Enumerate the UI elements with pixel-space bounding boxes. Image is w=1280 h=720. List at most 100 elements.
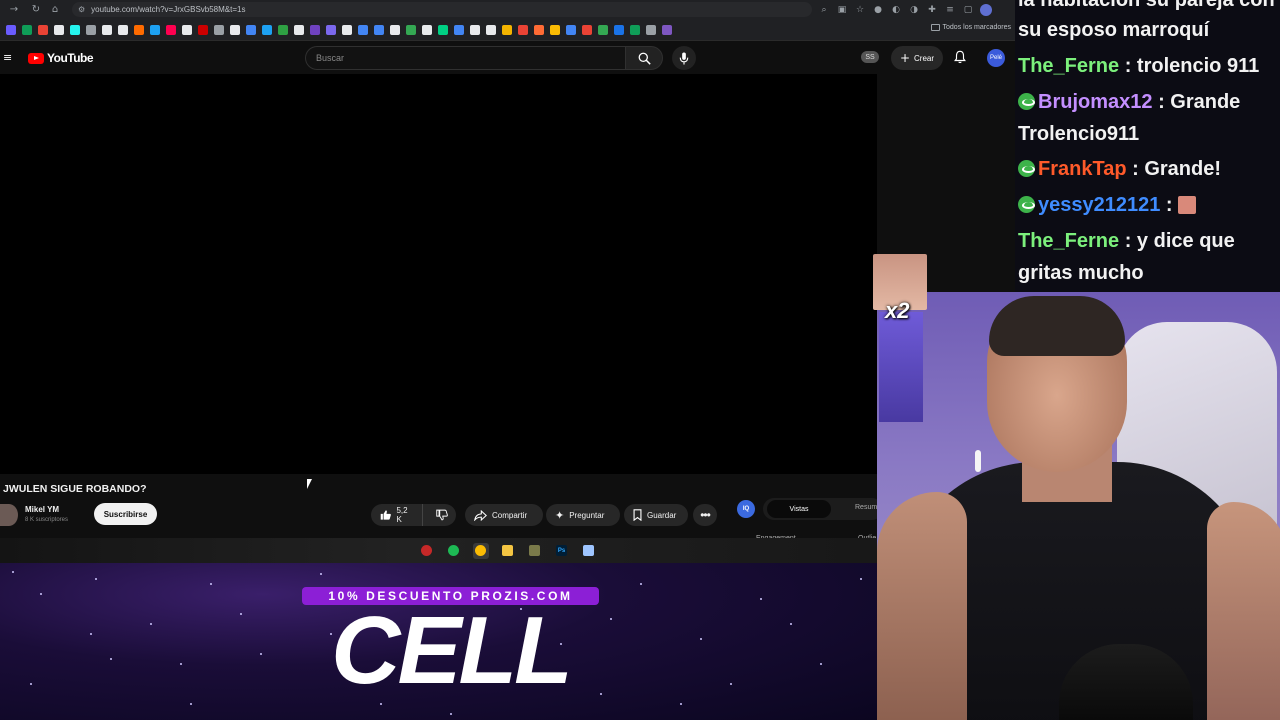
bookmark-favicon-icon[interactable] xyxy=(518,24,528,35)
channel-name[interactable]: Mikel YM xyxy=(25,505,59,514)
bookmark-favicon-icon[interactable] xyxy=(182,24,192,35)
bookmark-favicon-icon[interactable] xyxy=(598,24,608,35)
bookmark-favicon-icon[interactable] xyxy=(374,24,384,35)
bookmark-favicon-icon[interactable] xyxy=(6,24,16,35)
bookmark-favicon-icon[interactable] xyxy=(262,24,272,35)
paint-icon[interactable] xyxy=(581,543,597,559)
bookmark-favicon-icon[interactable] xyxy=(246,24,256,35)
ask-button[interactable]: ✦ Preguntar xyxy=(546,504,620,526)
mouse-cursor-icon xyxy=(307,479,312,489)
share-button[interactable]: Compartir xyxy=(465,504,543,526)
bookmark-favicon-icon[interactable] xyxy=(582,24,592,35)
url-field[interactable]: ⚙ youtube.com/watch?v=JrxGBSvb58M&t=1s xyxy=(72,2,812,17)
bookmark-favicon-icon[interactable] xyxy=(406,24,416,35)
extensions-puzzle-icon[interactable]: ✚ xyxy=(926,4,938,16)
bookmark-star-icon[interactable]: ☆ xyxy=(854,4,866,16)
star xyxy=(640,583,642,585)
bookmark-favicon-icon[interactable] xyxy=(422,24,432,35)
bookmark-favicon-icon[interactable] xyxy=(566,24,576,35)
extension-icon[interactable]: ◑ xyxy=(908,4,920,16)
bookmark-favicon-icon[interactable] xyxy=(102,24,112,35)
sparkle-icon: ✦ xyxy=(555,508,565,522)
media-icon[interactable]: ≡ xyxy=(944,4,956,16)
star xyxy=(450,713,452,715)
photoshop-icon[interactable]: Ps xyxy=(554,543,570,559)
extension-icon[interactable]: ● xyxy=(872,4,884,16)
bookmark-favicon-icon[interactable] xyxy=(358,24,368,35)
bookmark-favicon-icon[interactable] xyxy=(230,24,240,35)
home-icon[interactable]: ⌂ xyxy=(45,0,65,19)
tab-resumen[interactable]: Resum xyxy=(855,504,877,511)
bookmark-favicon-icon[interactable] xyxy=(22,24,32,35)
save-button[interactable]: Guardar xyxy=(624,504,688,526)
bookmark-favicon-icon[interactable] xyxy=(342,24,352,35)
reload-icon[interactable]: ↻ xyxy=(26,0,46,19)
youtube-play-icon xyxy=(28,52,44,64)
app-icon[interactable] xyxy=(527,543,543,559)
alert-multiplier: x2 xyxy=(885,298,910,323)
bookmark-favicon-icon[interactable] xyxy=(70,24,80,35)
bookmark-favicon-icon[interactable] xyxy=(662,24,672,35)
subscribe-button[interactable]: Suscribirse xyxy=(94,503,157,525)
search-button[interactable] xyxy=(625,46,663,70)
bookmark-favicon-icon[interactable] xyxy=(390,24,400,35)
downloads-icon[interactable]: ▢ xyxy=(962,4,974,16)
photoshop-glyph: Ps xyxy=(556,545,567,556)
bookmark-favicon-icon[interactable] xyxy=(294,24,304,35)
tab-vistas[interactable]: Vistas xyxy=(767,500,831,518)
bookmark-favicon-icon[interactable] xyxy=(550,24,560,35)
bookmark-favicon-icon[interactable] xyxy=(502,24,512,35)
bookmark-favicon-icon[interactable] xyxy=(134,24,144,35)
create-button[interactable]: + Crear xyxy=(891,46,943,70)
chat-message: Brujomax12 : Grande xyxy=(1018,86,1240,118)
site-info-icon[interactable]: ⚙ xyxy=(78,5,85,14)
cast-icon[interactable]: ▣ xyxy=(836,4,848,16)
more-actions-button[interactable]: ••• xyxy=(693,504,717,526)
bookmark-favicon-icon[interactable] xyxy=(486,24,496,35)
ss-badge[interactable]: SS xyxy=(861,51,879,63)
hamburger-menu-icon[interactable]: ≡ xyxy=(3,52,13,64)
bookmark-favicon-icon[interactable] xyxy=(534,24,544,35)
bookmark-favicon-icon[interactable] xyxy=(86,24,96,35)
bookmark-favicon-icon[interactable] xyxy=(630,24,640,35)
extension-tabs: Vistas Resum xyxy=(763,498,883,520)
zoom-icon[interactable]: ⌕ xyxy=(818,4,830,16)
bookmark-favicon-icon[interactable] xyxy=(214,24,224,35)
notifications-bell-icon[interactable] xyxy=(953,50,967,64)
all-bookmarks-button[interactable]: Todos los marcadores xyxy=(930,24,1011,31)
folder-icon[interactable] xyxy=(500,543,516,559)
bookmark-favicon-icon[interactable] xyxy=(54,24,64,35)
voice-search-button[interactable] xyxy=(672,46,696,70)
forward-icon[interactable]: → xyxy=(4,0,24,19)
bookmark-favicon-icon[interactable] xyxy=(118,24,128,35)
chat-message: gritas mucho xyxy=(1018,257,1144,289)
spotify-icon[interactable] xyxy=(446,543,462,559)
star xyxy=(820,663,822,665)
bookmark-favicon-icon[interactable] xyxy=(38,24,48,35)
bookmark-favicon-icon[interactable] xyxy=(470,24,480,35)
bookmark-favicon-icon[interactable] xyxy=(150,24,160,35)
bookmark-favicon-icon[interactable] xyxy=(438,24,448,35)
profile-avatar[interactable] xyxy=(980,3,992,16)
extension-icon[interactable]: ◐ xyxy=(890,4,902,16)
bookmark-favicon-icon[interactable] xyxy=(646,24,656,35)
like-count: 5,2 K xyxy=(396,506,408,524)
bookmark-favicon-icon[interactable] xyxy=(198,24,208,35)
bookmark-favicon-icon[interactable] xyxy=(278,24,288,35)
user-avatar[interactable]: Pelé xyxy=(987,49,1005,67)
like-button[interactable]: 5,2 K xyxy=(371,504,423,526)
search-input[interactable] xyxy=(316,53,596,63)
obs-icon[interactable] xyxy=(419,543,435,559)
chrome-icon[interactable] xyxy=(472,542,489,559)
youtube-logo[interactable]: YouTube xyxy=(28,51,94,65)
iq-icon[interactable]: IQ xyxy=(737,500,755,518)
bookmark-favicon-icon[interactable] xyxy=(166,24,176,35)
dislike-button[interactable] xyxy=(428,504,456,526)
bookmark-favicon-icon[interactable] xyxy=(614,24,624,35)
channel-avatar[interactable] xyxy=(0,504,18,526)
bookmark-favicon-icon[interactable] xyxy=(310,24,320,35)
bookmark-favicon-icon[interactable] xyxy=(454,24,464,35)
chat-text: : Grande xyxy=(1158,91,1241,113)
video-player[interactable] xyxy=(0,74,877,474)
bookmark-favicon-icon[interactable] xyxy=(326,24,336,35)
